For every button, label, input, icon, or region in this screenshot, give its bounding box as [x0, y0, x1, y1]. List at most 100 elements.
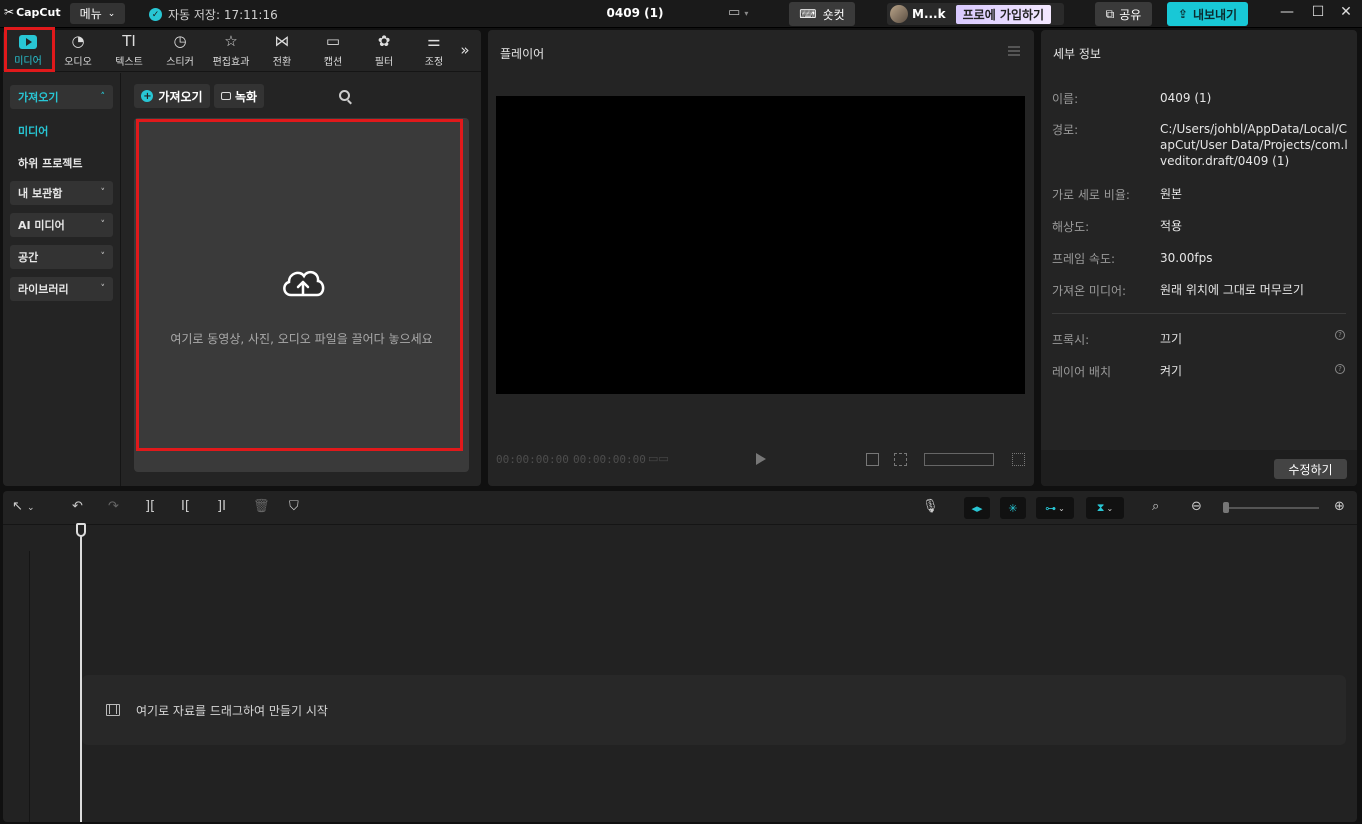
media-subnav: 가져오기 ˄ 미디어 하위 프로젝트 내 보관함 ˅ AI 미디어 ˅ 공간 ˅…: [3, 73, 121, 486]
tab-text[interactable]: TI 텍스트: [104, 33, 154, 69]
imported-media-value: 원래 위치에 그대로 머무르기: [1160, 283, 1304, 297]
export-button[interactable]: ⇪ 내보내기: [1167, 2, 1248, 26]
ratio-label: 가로 세로 비율:: [1052, 188, 1130, 202]
focus-icon[interactable]: [894, 453, 907, 466]
menu-icon[interactable]: [1008, 46, 1020, 56]
details-footer: 수정하기: [1041, 450, 1357, 486]
music-note-icon: ◔: [71, 32, 85, 50]
minimize-icon[interactable]: —: [1277, 4, 1297, 20]
info-icon[interactable]: ?: [1335, 364, 1345, 374]
project-title: 0409 (1): [606, 6, 664, 20]
sticker-icon: ◷: [173, 32, 187, 50]
zoom-in-icon[interactable]: ⊕: [1334, 500, 1345, 514]
name-label: 이름:: [1052, 92, 1079, 106]
plus-icon: +: [141, 90, 154, 102]
nav-group-import[interactable]: 가져오기 ˄: [10, 85, 113, 109]
chevron-down-icon: ˅: [100, 220, 106, 230]
ratio-selector[interactable]: [924, 453, 994, 466]
close-icon[interactable]: ✕: [1336, 4, 1356, 20]
media-panel: 미디어 ◔ 오디오 TI 텍스트 ◷ 스티커 ☆ 편집효과 ⋈ 전환 ▭ 캡션 …: [3, 27, 481, 486]
caption-icon: ▭: [325, 32, 341, 50]
trim-left-icon[interactable]: I[: [181, 500, 190, 514]
sliders-icon: ⚌: [427, 32, 441, 50]
chevron-down-icon: ˅: [100, 188, 106, 198]
crop-icon[interactable]: [866, 453, 879, 466]
main-track-magnet-icon[interactable]: ◂▸: [964, 497, 990, 519]
proxy-value: 끄기: [1160, 332, 1183, 346]
quality-badge-icon: ▭▭: [648, 452, 669, 465]
layer-label: 레이어 배치: [1052, 365, 1112, 379]
trim-right-icon[interactable]: ]I: [217, 500, 226, 514]
modify-button[interactable]: 수정하기: [1274, 459, 1347, 479]
record-button[interactable]: 녹화: [214, 84, 264, 108]
nav-group-ai-media[interactable]: AI 미디어 ˅: [10, 213, 113, 237]
redo-icon[interactable]: ↷: [108, 500, 119, 514]
shortcut-button[interactable]: ⌨ 숏컷: [789, 2, 855, 26]
proxy-label: 프록시:: [1052, 333, 1090, 347]
playhead-handle[interactable]: [76, 523, 86, 537]
zoom-out-icon[interactable]: ⊖: [1191, 500, 1202, 514]
tab-caption[interactable]: ▭ 캡션: [308, 33, 358, 69]
timeline-drop-hint: 여기로 자료를 드래그하여 만들기 시작: [136, 704, 328, 718]
nav-group-my-storage[interactable]: 내 보관함 ˅: [10, 181, 113, 205]
tab-filter[interactable]: ✿ 필터: [359, 33, 409, 69]
video-preview[interactable]: [496, 96, 1025, 394]
tab-sticker[interactable]: ◷ 스티커: [155, 33, 205, 69]
text-icon: TI: [122, 32, 136, 50]
ratio-value: 원본: [1160, 187, 1183, 201]
pointer-icon[interactable]: ↖ ⌄: [12, 500, 35, 515]
nav-group-space[interactable]: 공간 ˅: [10, 245, 113, 269]
chevron-up-icon: ˄: [100, 92, 106, 102]
info-icon[interactable]: ?: [1335, 330, 1345, 340]
nav-group-library[interactable]: 라이브러리 ˅: [10, 277, 113, 301]
more-tabs-icon[interactable]: »: [450, 33, 480, 69]
imported-media-label: 가져온 미디어:: [1052, 284, 1127, 298]
user-area[interactable]: M...k 프로에 가입하기: [887, 3, 1064, 25]
dropzone-hint: 여기로 동영상, 사진, 오디오 파일을 끌어다 놓으세요: [170, 332, 433, 346]
search-icon[interactable]: [339, 90, 350, 101]
pro-subscribe-button[interactable]: 프로에 가입하기: [955, 4, 1052, 24]
tab-audio[interactable]: ◔ 오디오: [53, 33, 103, 69]
zoom-fit-icon[interactable]: ⌕: [1152, 500, 1159, 514]
timeline-toolbar: ↖ ⌄ ↶ ↷ ][ I[ ]I 🗑 ⛉ 🎙 ◂▸ ✳ ⊶ ⌄ ⧗ ⌄ ⌕ ⊖ …: [3, 491, 1357, 525]
timeline-panel: ↖ ⌄ ↶ ↷ ][ I[ ]I 🗑 ⛉ 🎙 ◂▸ ✳ ⊶ ⌄ ⧗ ⌄ ⌕ ⊖ …: [3, 491, 1357, 822]
details-divider: [1052, 313, 1346, 314]
transition-icon: ⋈: [274, 32, 290, 50]
snap-icon[interactable]: ✳: [1000, 497, 1026, 519]
player-panel: 플레이어 00:00:00:00 00:00:00:00 ▭▭: [488, 30, 1034, 486]
keyboard-icon: ⌨: [799, 7, 817, 21]
maximize-icon[interactable]: ☐: [1308, 4, 1328, 20]
avatar[interactable]: [890, 5, 908, 23]
chevron-down-icon: ˅: [100, 252, 106, 262]
zoom-slider-handle[interactable]: [1223, 502, 1229, 513]
layout-icon[interactable]: ▭ ▾: [728, 5, 748, 20]
path-label: 경로:: [1052, 123, 1079, 137]
nav-item-subproject[interactable]: 하위 프로젝트: [18, 155, 83, 171]
delete-icon[interactable]: 🗑: [253, 500, 270, 514]
tab-transition[interactable]: ⋈ 전환: [257, 33, 307, 69]
play-icon[interactable]: [756, 453, 766, 465]
microphone-icon[interactable]: 🎙: [922, 500, 939, 514]
share-icon: ⧉: [1105, 6, 1115, 21]
playhead-line[interactable]: [80, 525, 82, 822]
split-icon[interactable]: ][: [145, 500, 155, 514]
undo-icon[interactable]: ↶: [72, 500, 83, 514]
tool-tabs: 미디어 ◔ 오디오 TI 텍스트 ◷ 스티커 ☆ 편집효과 ⋈ 전환 ▭ 캡션 …: [3, 30, 481, 72]
tab-media[interactable]: 미디어: [3, 33, 53, 69]
import-button[interactable]: + 가져오기: [134, 84, 210, 108]
track-header-divider: [29, 551, 30, 822]
shield-icon[interactable]: ⛉: [289, 500, 299, 514]
name-value: 0409 (1): [1160, 91, 1212, 105]
link-icon[interactable]: ⊶ ⌄: [1036, 497, 1074, 519]
share-button[interactable]: ⧉ 공유: [1095, 2, 1152, 26]
current-timecode: 00:00:00:00: [496, 453, 569, 466]
tab-effects[interactable]: ☆ 편집효과: [206, 33, 256, 69]
play-box-icon: [19, 35, 37, 49]
fullscreen-icon[interactable]: [1012, 453, 1025, 466]
zoom-slider-track[interactable]: [1227, 507, 1319, 509]
framerate-label: 프레임 속도:: [1052, 252, 1116, 266]
nav-item-media[interactable]: 미디어: [18, 123, 48, 139]
film-icon: [106, 704, 120, 716]
total-timecode: 00:00:00:00: [573, 453, 646, 466]
preview-axis-icon[interactable]: ⧗ ⌄: [1086, 497, 1124, 519]
